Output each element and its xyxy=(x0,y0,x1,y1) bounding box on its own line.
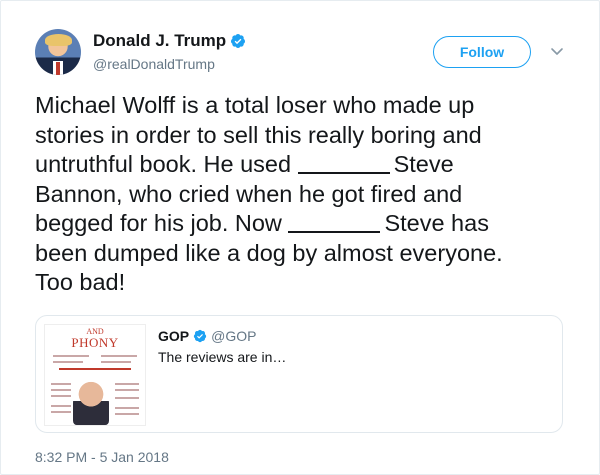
cover-blurb-line xyxy=(115,383,139,385)
cover-blurb-line xyxy=(51,405,71,407)
cover-blurb-line xyxy=(115,397,139,399)
tweet-segment: untruthful book. He used xyxy=(35,151,292,177)
author-handle[interactable]: @realDonaldTrump xyxy=(93,56,215,72)
author-name-row: Donald J. Trump xyxy=(93,31,246,51)
verified-badge-icon xyxy=(193,329,207,343)
book-cover-title: PHONY xyxy=(71,335,119,350)
quoted-tweet[interactable]: AND PHONY GOP @GOP The reviews are in… xyxy=(35,315,563,433)
redacted-blank xyxy=(297,150,394,174)
cover-blurb-line xyxy=(51,389,71,391)
cover-blurb-line xyxy=(51,383,71,385)
cover-blurb-line xyxy=(115,407,139,409)
tweet-card: Donald J. Trump @realDonaldTrump Follow … xyxy=(0,0,600,475)
tweet-line: been dumped like a dog by almost everyon… xyxy=(35,239,503,266)
cover-blurb-line xyxy=(101,355,137,357)
cover-blurb-line xyxy=(59,368,131,370)
cover-blurb-line xyxy=(51,395,71,397)
avatar-tie xyxy=(56,62,60,75)
verified-badge-icon xyxy=(231,34,246,48)
tweet-line: Michael Wolff is a total loser who made … xyxy=(35,92,475,118)
tweet-line: Too bad! xyxy=(35,269,126,295)
quoted-tweet-text: The reviews are in… xyxy=(158,349,287,365)
follow-button[interactable]: Follow xyxy=(433,36,531,68)
tweet-timestamp[interactable]: 8:32 PM - 5 Jan 2018 xyxy=(35,449,169,465)
tweet-line: Bannon, who cried when he got fired and xyxy=(35,180,463,207)
chevron-down-icon[interactable] xyxy=(549,43,565,59)
tweet-text: Michael Wolff is a total loser who made … xyxy=(35,91,575,298)
redacted-blank xyxy=(288,209,384,233)
tweet-segment: Steve xyxy=(393,151,454,177)
cover-blurb-line xyxy=(115,413,139,415)
cover-blurb-line xyxy=(115,389,139,391)
tweet-line: untruthful book. He used Steve xyxy=(35,150,575,180)
cover-blurb-line xyxy=(53,355,89,357)
tweet-line: stories in order to sell this really bor… xyxy=(35,121,482,148)
book-cover-image: AND PHONY xyxy=(44,324,146,426)
author-avatar[interactable] xyxy=(35,29,81,75)
quoted-name-row: GOP @GOP xyxy=(158,328,256,344)
avatar-hair xyxy=(45,34,72,46)
quoted-author-name[interactable]: GOP xyxy=(158,328,189,344)
cover-blurb-line xyxy=(53,361,83,363)
tweet-segment: begged for his job. Now xyxy=(35,210,282,236)
tweet-segment: Steve has xyxy=(384,210,489,236)
book-author-photo xyxy=(73,381,109,425)
tweet-line: begged for his job. Now Steve has xyxy=(35,209,575,239)
author-name[interactable]: Donald J. Trump xyxy=(93,31,226,51)
cover-blurb-line xyxy=(101,361,131,363)
quoted-author-handle[interactable]: @GOP xyxy=(211,328,256,344)
cover-blurb-line xyxy=(51,411,71,413)
